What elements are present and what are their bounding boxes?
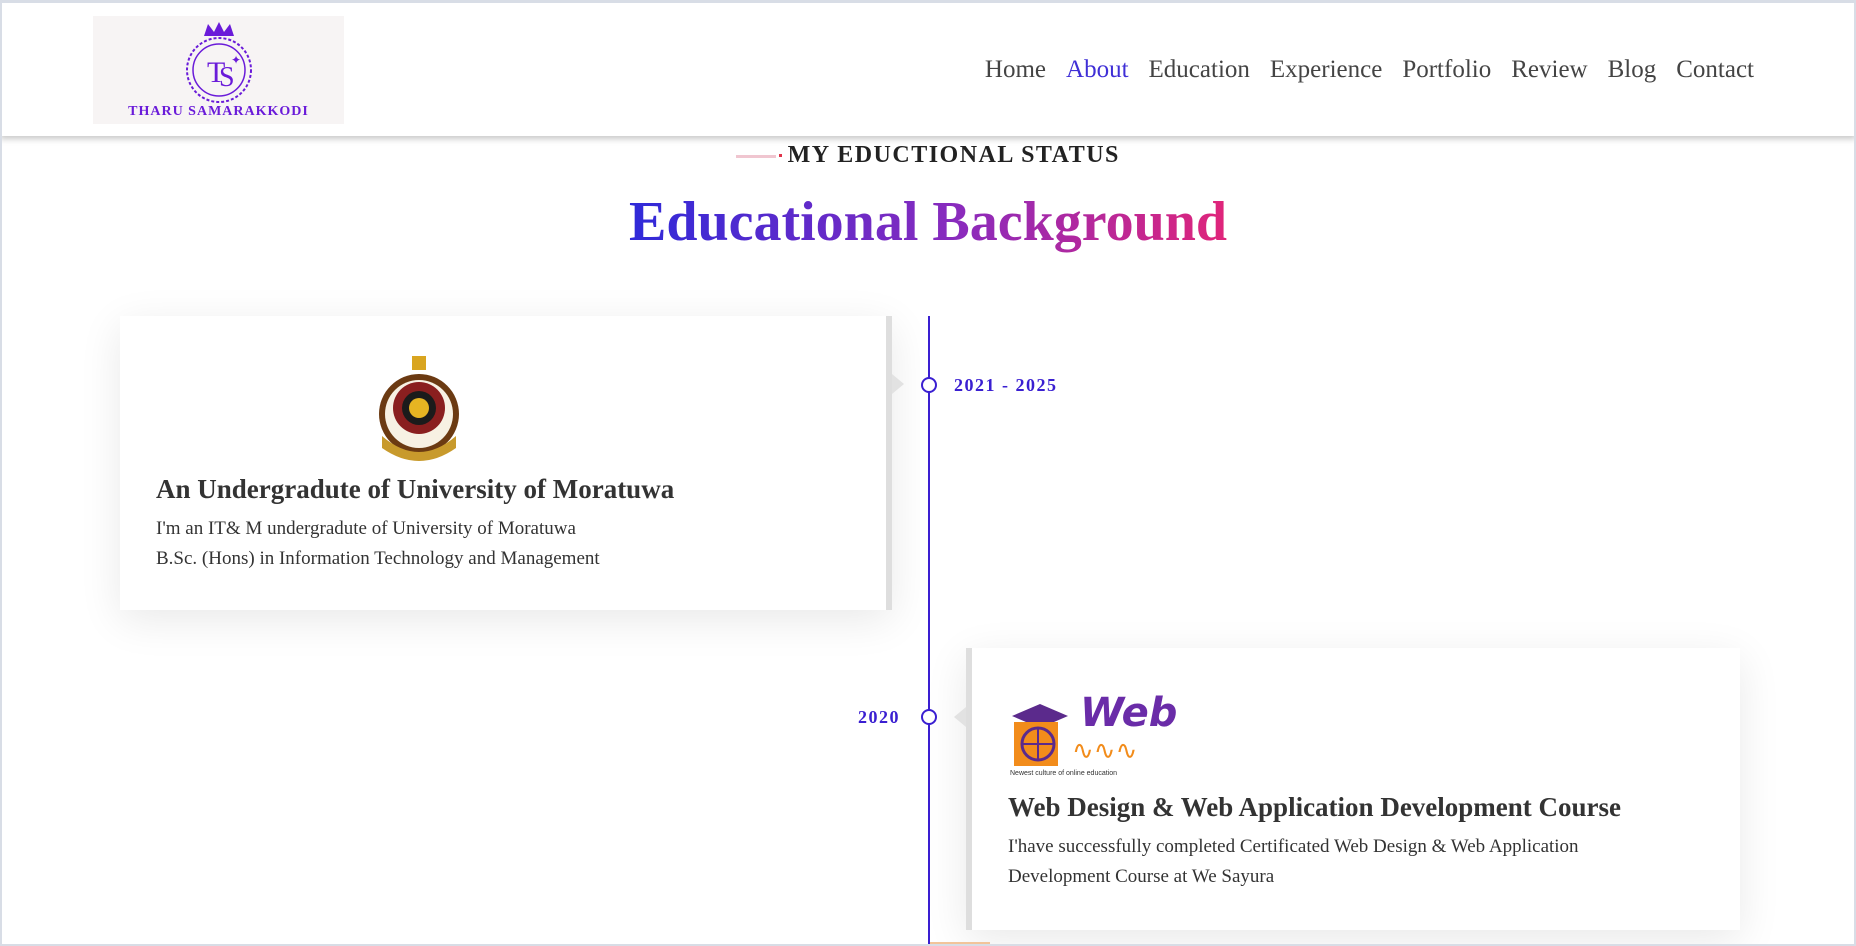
nav-experience[interactable]: Experience [1270, 56, 1382, 84]
timeline-date: 2021 - 2025 [954, 375, 1058, 395]
section-title-text: Educational Background [628, 191, 1228, 253]
card-pointer [954, 707, 966, 727]
timeline-card-web-course: Web ∿∿∿ Newest culture of online educati… [966, 648, 1740, 930]
card-title-moratuwa: An Undergradute of University of Moratuw… [156, 474, 675, 504]
card-line: Development Course at We Sayura [1008, 866, 1275, 887]
timeline-line [928, 316, 930, 946]
nav-portfolio[interactable]: Portfolio [1402, 56, 1491, 84]
card-line: I'm an IT& M undergradute of University … [156, 518, 576, 539]
web-sayura-logo: Web ∿∿∿ Newest culture of online educati… [1010, 690, 1190, 788]
graduation-globe-icon [1012, 704, 1068, 766]
card-line: I'have successfully completed Certificat… [1008, 836, 1579, 857]
crown-monogram-icon: T S ✦ [186, 22, 252, 103]
site-logo[interactable]: T S ✦ THARU SAMARAKKODI [93, 16, 344, 124]
subtitle-decoration [736, 153, 783, 158]
timeline-dot [921, 377, 937, 393]
logo-script: ∿∿∿ [1072, 736, 1138, 766]
university-crest-icon [379, 356, 459, 461]
nav-about[interactable]: About [1066, 56, 1129, 84]
nav-contact[interactable]: Contact [1676, 56, 1754, 84]
card-text-web-course: I'have successfully completed Certificat… [1008, 832, 1579, 892]
section-subtitle: MY EDUCTIONAL STATUS [0, 142, 1856, 169]
timeline-dot [921, 709, 937, 725]
card-pointer [892, 374, 904, 394]
next-item-hint [930, 942, 990, 946]
main-nav: Home About Education Experience Portfoli… [985, 56, 1754, 84]
section-title: Educational Background [0, 190, 1856, 254]
nav-education[interactable]: Education [1149, 56, 1250, 84]
card-text-moratuwa: I'm an IT& M undergradute of University … [156, 514, 600, 574]
logo-text: THARU SAMARAKKODI [128, 104, 309, 119]
logo-word: Web [1080, 690, 1178, 736]
timeline-date: 2020 [858, 707, 900, 727]
card-title-web-course: Web Design & Web Application Development… [1008, 792, 1622, 822]
card-line: B.Sc. (Hons) in Information Technology a… [156, 548, 600, 569]
nav-blog[interactable]: Blog [1608, 56, 1657, 84]
section-subtitle-text: MY EDUCTIONAL STATUS [787, 142, 1120, 168]
svg-text:✦: ✦ [231, 53, 241, 67]
site-header: T S ✦ THARU SAMARAKKODI Home About Educa… [0, 0, 1856, 136]
nav-home[interactable]: Home [985, 56, 1046, 84]
nav-review[interactable]: Review [1511, 56, 1587, 84]
timeline-card-moratuwa: An Undergradute of University of Moratuw… [120, 316, 892, 610]
logo-tagline: Newest culture of online education [1010, 770, 1118, 777]
